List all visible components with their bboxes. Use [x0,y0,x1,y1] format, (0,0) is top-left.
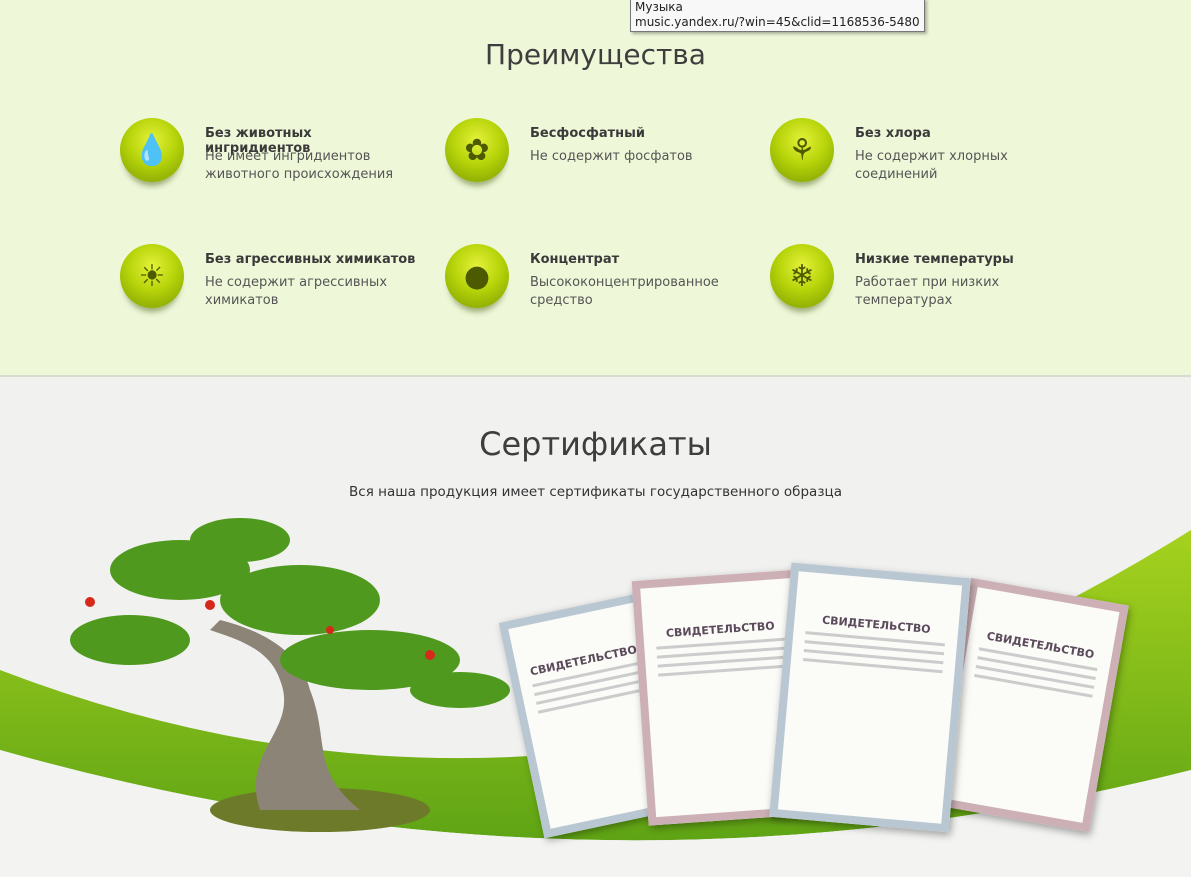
advantage-title: Концентрат [530,252,620,267]
drop-face-icon: 💧 [120,118,184,182]
advantage-description: Не содержит агрессивных химикатов [205,275,388,308]
advantage-description: Не содержит фосфатов [530,149,693,164]
browser-tooltip: Музыка music.yandex.ru/?win=45&clid=1168… [630,0,925,32]
advantage-item: 💧 Без животных ингридиентов Не имеет инг… [120,118,420,208]
advantage-title: Бесфосфатный [530,126,646,141]
advantage-title: Без хлора [855,126,931,141]
advantage-item: ⚘ Без хлора Не содержит хлорных соединен… [770,118,1070,208]
bonsai-tree-image [70,518,510,832]
flower-icon: ✿ [445,118,509,182]
advantages-title: Преимущества [485,38,706,71]
certificates-title: Сертификаты [479,425,712,463]
advantage-description: Работает при низких температурах [855,275,1000,308]
advantage-description: Не имеет ингридиентов животного происхож… [205,149,394,182]
advantage-title: Низкие температуры [855,252,1014,267]
sun-icon: ☀ [120,244,184,308]
advantages-section: Преимущества 💧 Без животных ингридиентов… [0,0,1191,377]
advantage-item: ✿ Бесфосфатный Не содержит фосфатов [445,118,745,208]
advantage-item: ❄ Низкие температуры Работает при низких… [770,244,1070,334]
snowflakes-icon: ❄ [770,244,834,308]
tooltip-url: music.yandex.ru/?win=45&clid=1168536-548… [635,15,920,29]
advantage-item: ☀ Без агрессивных химикатов Не содержит … [120,244,420,334]
tulip-icon: ⚘ [770,118,834,182]
advantage-title: Без агрессивных химикатов [205,252,416,267]
tooltip-title: Музыка [635,0,683,14]
advantage-item: ● Концентрат Высококонцентрированное сре… [445,244,745,334]
certificate-image: СВИДЕТЕЛЬСТВО [769,562,971,833]
advantage-description: Не содержит хлорных соединений [855,149,1008,182]
drop-icon: ● [445,244,509,308]
advantage-description: Высококонцентрированное средство [530,275,719,308]
certificates-subtitle: Вся наша продукция имеет сертификаты гос… [349,484,842,500]
